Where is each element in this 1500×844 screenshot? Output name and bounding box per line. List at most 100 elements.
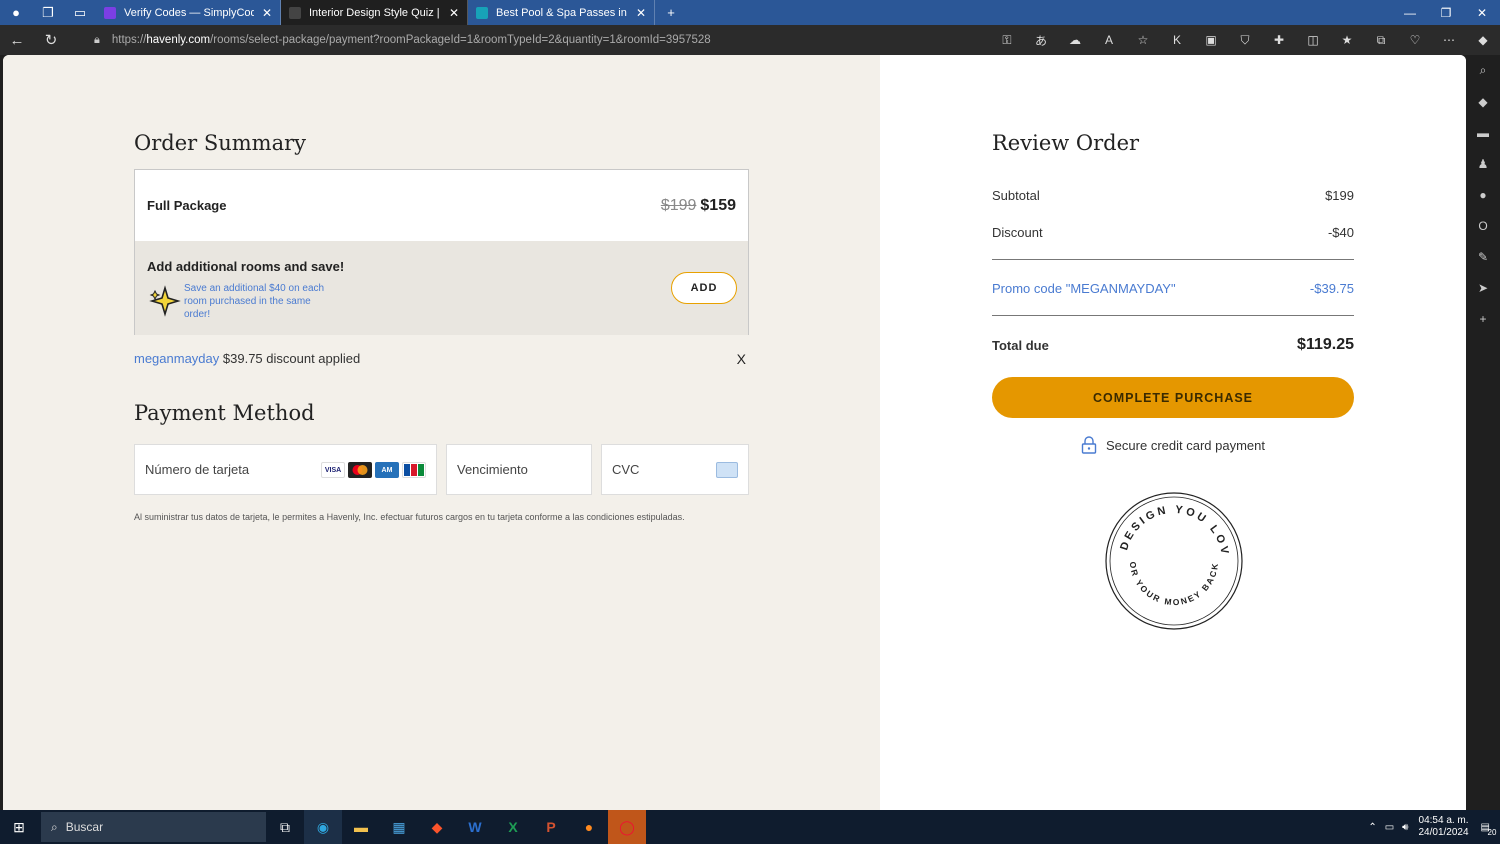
subtotal-value: $199 [1325, 188, 1354, 203]
tab-simplycodes[interactable]: Verify Codes — SimplyCodes ✕ [96, 0, 281, 25]
key-icon[interactable]: ⚿ [990, 25, 1024, 55]
task-view-icon[interactable]: ⧉ [266, 810, 304, 844]
drop-icon[interactable]: ➤ [1466, 272, 1500, 303]
review-panel: Review Order Subtotal $199 Discount -$40… [880, 55, 1466, 810]
edge-icon[interactable]: ◉ [304, 810, 342, 844]
tab-bar: ● ❐ ▭ Verify Codes — SimplyCodes ✕ Inter… [0, 0, 1500, 25]
mastercard-icon [348, 462, 372, 478]
badge-bottom-text: OR YOUR MONEY BACK [1128, 561, 1218, 607]
close-tab-icon[interactable]: ✕ [449, 6, 459, 20]
performance-icon[interactable]: ♡ [1398, 25, 1432, 55]
package-card: Full Package $199 $159 Add additional roo… [134, 169, 749, 335]
favorite-star-icon[interactable]: ☆ [1126, 25, 1160, 55]
tab-pool-passes[interactable]: Best Pool & Spa Passes in Phoen ✕ [468, 0, 655, 25]
card-number-field[interactable]: Número de tarjeta VISA AM [134, 444, 437, 495]
card-fields: Número de tarjeta VISA AM Vencimiento CV… [134, 444, 749, 495]
cvc-field[interactable]: CVC [601, 444, 749, 495]
add-sidebar-icon[interactable]: + [1466, 303, 1500, 334]
promo-applied: meganmayday $39.75 discount applied X [134, 351, 749, 367]
add-room-button[interactable]: ADD [671, 272, 737, 304]
designer-icon[interactable]: ✎ [1466, 241, 1500, 272]
simplycodes-favicon-icon [104, 6, 116, 19]
lock-icon[interactable]: 🔒︎ [94, 34, 100, 47]
cvc-placeholder: CVC [612, 462, 640, 477]
network-icon[interactable]: ▭ [1385, 822, 1394, 833]
extensions-icon[interactable]: ✚ [1262, 25, 1296, 55]
search-icon[interactable]: ⌕ [1466, 55, 1500, 86]
complete-purchase-button[interactable]: COMPLETE PURCHASE [992, 377, 1354, 418]
tab-actions-icon[interactable]: ▭ [64, 0, 96, 25]
tools-icon[interactable]: ▬ [1466, 117, 1500, 148]
upsell-title: Add additional rooms and save! [147, 259, 345, 274]
old-price: $199 [660, 196, 697, 214]
word-icon[interactable]: W [456, 810, 494, 844]
taskbar-search[interactable]: ⌕ Buscar [41, 812, 266, 842]
discount-value: -$40 [1327, 225, 1354, 240]
promo-code-link[interactable]: meganmayday [134, 351, 219, 366]
total-value: $119.25 [1297, 336, 1354, 353]
powerpoint-icon[interactable]: P [532, 810, 570, 844]
shopping-icon[interactable]: ◆ [1466, 86, 1500, 117]
upsell-box: Add additional rooms and save! Save an a… [135, 241, 748, 335]
review-order-heading: Review Order [992, 131, 1140, 155]
svg-text:OR YOUR MONEY BACK: OR YOUR MONEY BACK [1128, 561, 1220, 607]
opera-icon[interactable]: ◯ [608, 810, 646, 844]
total-row: Total due $119.25 [992, 336, 1354, 353]
restore-icon[interactable]: ❐ [1428, 0, 1464, 25]
more-menu-icon[interactable]: ⋯ [1432, 25, 1466, 55]
shield-icon[interactable]: ⛉ [1228, 25, 1262, 55]
card-number-placeholder: Número de tarjeta [145, 462, 250, 477]
profile-icon[interactable]: ● [0, 0, 32, 25]
sparkle-icon [149, 285, 181, 317]
url-field[interactable]: 🔒︎ https://havenly.com/rooms/select-pack… [80, 28, 980, 52]
promo-row: Promo code "MEGANMAYDAY" -$39.75 [992, 281, 1354, 296]
copilot-icon[interactable]: ◆ [1466, 25, 1500, 55]
refresh-icon[interactable]: ↻ [34, 25, 68, 55]
close-tab-icon[interactable]: ✕ [636, 6, 646, 20]
new-tab-icon[interactable]: + [655, 0, 687, 25]
close-window-icon[interactable]: ✕ [1464, 0, 1500, 25]
workspaces-icon[interactable]: ❐ [32, 0, 64, 25]
taskbar: ⊞ ⌕ Buscar ⧉ ◉ ▬ ▦ ◆ W X P ● ◯ ⌃ ▭ 🔊︎ 04… [0, 810, 1500, 844]
windows-start-icon[interactable]: ⊞ [0, 810, 38, 844]
card-brands: VISA AM [318, 462, 426, 478]
read-aloud-icon[interactable]: A [1092, 25, 1126, 55]
brave-icon[interactable]: ◆ [418, 810, 456, 844]
svg-text:A DESIGN YOU LOVE: A DESIGN YOU LOVE [1104, 491, 1231, 558]
system-tray: ⌃ ▭ 🔊︎ 04:54 a. m. 24/01/2024 ▤ 20 [1368, 810, 1500, 844]
checkout-page: Order Summary Full Package $199 $159 Add … [3, 55, 1466, 810]
translate-icon[interactable]: あ [1024, 25, 1058, 55]
discount-row: Discount -$40 [992, 225, 1354, 240]
search-icon: ⌕ [51, 819, 58, 834]
outlook-icon[interactable]: O [1466, 210, 1500, 241]
file-explorer-icon[interactable]: ▬ [342, 810, 380, 844]
games-icon[interactable]: ♟ [1466, 148, 1500, 179]
firefox-icon[interactable]: ● [570, 810, 608, 844]
office-icon[interactable]: ● [1466, 179, 1500, 210]
package-name: Full Package [147, 198, 227, 213]
extension-icon[interactable]: ▣ [1194, 25, 1228, 55]
excel-icon[interactable]: X [494, 810, 532, 844]
tray-overflow-icon[interactable]: ⌃ [1368, 822, 1376, 833]
remove-promo-button[interactable]: X [737, 351, 746, 367]
volume-icon[interactable]: 🔊︎ [1402, 822, 1408, 833]
tab-style-quiz[interactable]: Interior Design Style Quiz | Desig ✕ [281, 0, 468, 25]
padlock-icon [1081, 436, 1097, 454]
back-icon[interactable]: ← [0, 25, 34, 55]
store-icon[interactable]: ▦ [380, 810, 418, 844]
address-bar: ← ↻ 🔒︎ https://havenly.com/rooms/select-… [0, 25, 1500, 55]
package-price: $199 $159 [661, 197, 736, 215]
notifications-icon[interactable]: ▤ 20 [1481, 822, 1497, 837]
extension-badge-icon[interactable]: ☁ [1058, 25, 1092, 55]
promo-value: -$39.75 [1309, 281, 1354, 296]
collections-icon[interactable]: ⧉ [1364, 25, 1398, 55]
k-extension-icon[interactable]: K [1160, 25, 1194, 55]
expiry-field[interactable]: Vencimiento [446, 444, 592, 495]
close-tab-icon[interactable]: ✕ [262, 6, 272, 20]
minimize-icon[interactable]: — [1392, 0, 1428, 25]
favorites-icon[interactable]: ★ [1330, 25, 1364, 55]
split-screen-icon[interactable]: ◫ [1296, 25, 1330, 55]
havenly-favicon-icon [289, 6, 301, 19]
clock[interactable]: 04:54 a. m. 24/01/2024 [1418, 815, 1468, 839]
edge-sidebar: ⌕ ◆ ▬ ♟ ● O ✎ ➤ + [1466, 55, 1500, 810]
